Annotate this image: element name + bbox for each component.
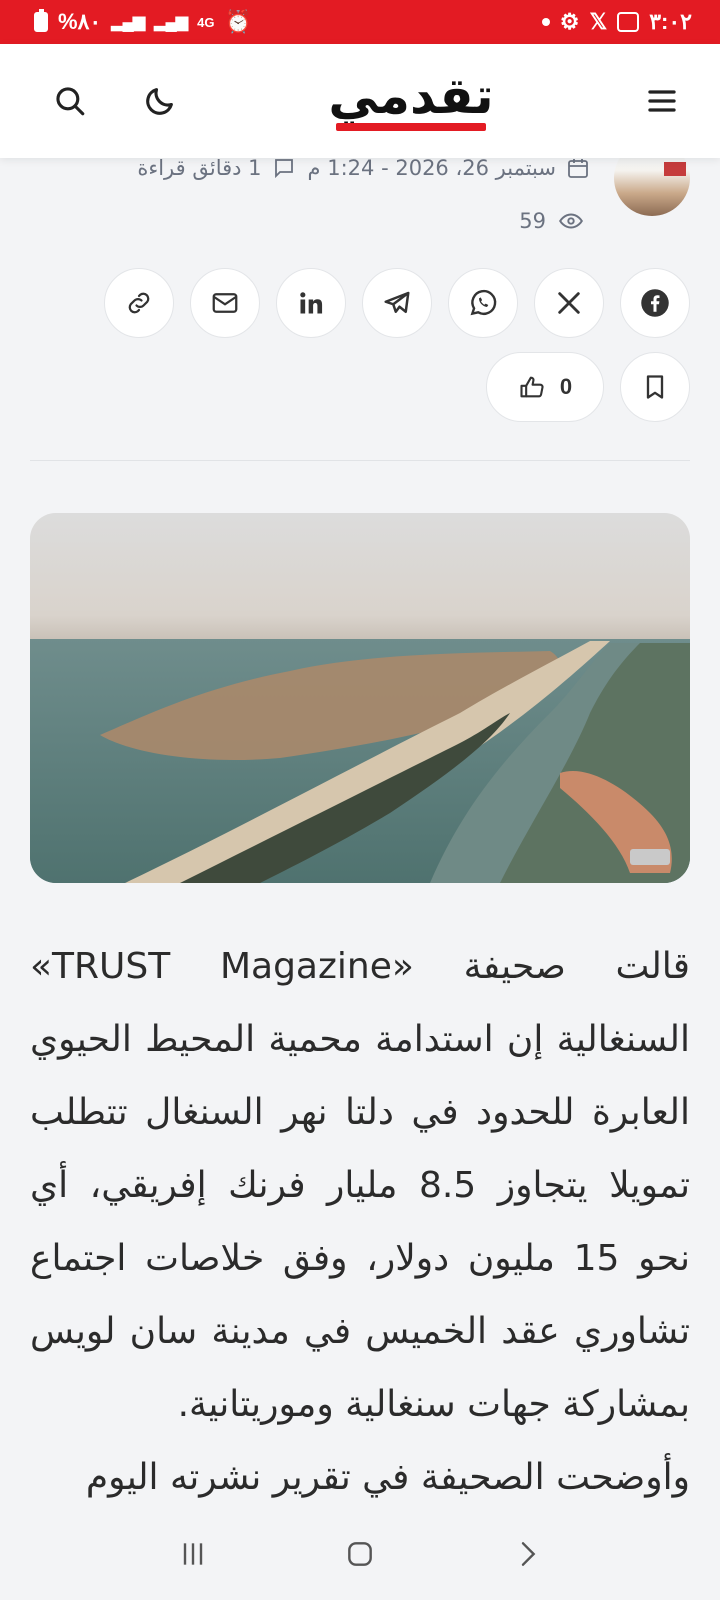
dark-mode-button[interactable] (138, 79, 182, 123)
home-button[interactable] (330, 1524, 390, 1584)
article-paragraph-1: قالت صحيفة «TRUST Magazine» السنغالية إن… (30, 946, 690, 1425)
article-actions: 0 (486, 352, 690, 422)
whatsapp-icon (470, 289, 497, 316)
facebook-icon (641, 289, 669, 317)
share-linkedin-button[interactable] (276, 268, 346, 338)
thumbs-up-icon (520, 376, 544, 398)
moon-icon (146, 88, 173, 115)
battery-icon (34, 9, 48, 32)
like-button[interactable]: 0 (486, 352, 604, 422)
search-icon (56, 87, 85, 116)
settings-notification-icon: ⚙ (559, 9, 580, 34)
publish-date-group: سبتمبر 26، 2026 - 1:24 م (308, 156, 590, 180)
linkedin-icon (300, 292, 323, 314)
alarm-icon: ⏰ (224, 9, 252, 34)
read-time: 1 دقائق قراءة (137, 156, 262, 180)
comment-icon (274, 159, 293, 179)
logo-text: تقدمي (328, 67, 494, 125)
status-bar: %٨٠ ▂▄▆ ▂▄▆ 4G ⏰ ⚙ 𝕏 ٣:٠٢ (0, 0, 720, 44)
article-paragraph-2: وأوضحت الصحيفة في تقرير نشرته اليوم (85, 1457, 690, 1498)
signal-icon: ▂▄▆ (111, 14, 145, 31)
x-notification-icon: 𝕏 (589, 9, 608, 34)
views-count-group: 59 (519, 208, 584, 234)
share-facebook-button[interactable] (620, 268, 690, 338)
eye-icon (559, 213, 583, 229)
site-header: تقدمي (0, 44, 720, 158)
article-hero-image[interactable] (30, 513, 690, 883)
telegram-icon (384, 291, 410, 313)
chevron-right-icon (521, 1542, 536, 1566)
status-left: %٨٠ ▂▄▆ ▂▄▆ 4G ⏰ (34, 9, 252, 35)
copy-link-button[interactable] (104, 268, 174, 338)
bookmark-button[interactable] (620, 352, 690, 422)
read-time-group: 1 دقائق قراءة (137, 156, 295, 180)
menu-button[interactable] (640, 79, 684, 123)
publish-date: سبتمبر 26، 2026 - 1:24 م (307, 156, 556, 180)
recent-apps-button[interactable] (163, 1524, 223, 1584)
views-count: 59 (519, 209, 546, 233)
system-navigation-bar (0, 1508, 720, 1600)
share-telegram-button[interactable] (362, 268, 432, 338)
share-x-button[interactable] (534, 268, 604, 338)
battery-level: %٨٠ (58, 9, 102, 34)
calendar-icon (568, 159, 588, 178)
section-divider (30, 460, 690, 461)
clock: ٣:٠٢ (649, 9, 692, 34)
bookmark-icon (646, 375, 664, 399)
link-icon (128, 292, 150, 314)
notification-dot-icon (541, 18, 550, 26)
status-right: ⚙ 𝕏 ٣:٠٢ (541, 9, 692, 35)
article-body: قالت صحيفة «TRUST Magazine» السنغالية إن… (30, 930, 690, 1514)
back-button[interactable] (497, 1524, 557, 1584)
hamburger-menu-icon (648, 90, 676, 112)
likes-count: 0 (559, 374, 573, 399)
river-delta-aerial-image (30, 513, 690, 883)
recent-apps-icon (184, 1543, 203, 1565)
search-button[interactable] (48, 79, 92, 123)
home-icon (348, 1542, 372, 1566)
share-whatsapp-button[interactable] (448, 268, 518, 338)
email-icon (212, 293, 238, 313)
site-logo[interactable]: تقدمي (328, 67, 495, 131)
x-icon (558, 292, 580, 314)
logo-underline (336, 123, 486, 131)
signal-icon-2: ▂▄▆ (154, 14, 188, 31)
network-type: 4G (197, 14, 215, 30)
share-email-button[interactable] (190, 268, 260, 338)
gallery-notification-icon (617, 12, 640, 32)
share-buttons (104, 268, 690, 338)
article-meta: سبتمبر 26، 2026 - 1:24 م 1 دقائق قراءة (137, 156, 590, 180)
